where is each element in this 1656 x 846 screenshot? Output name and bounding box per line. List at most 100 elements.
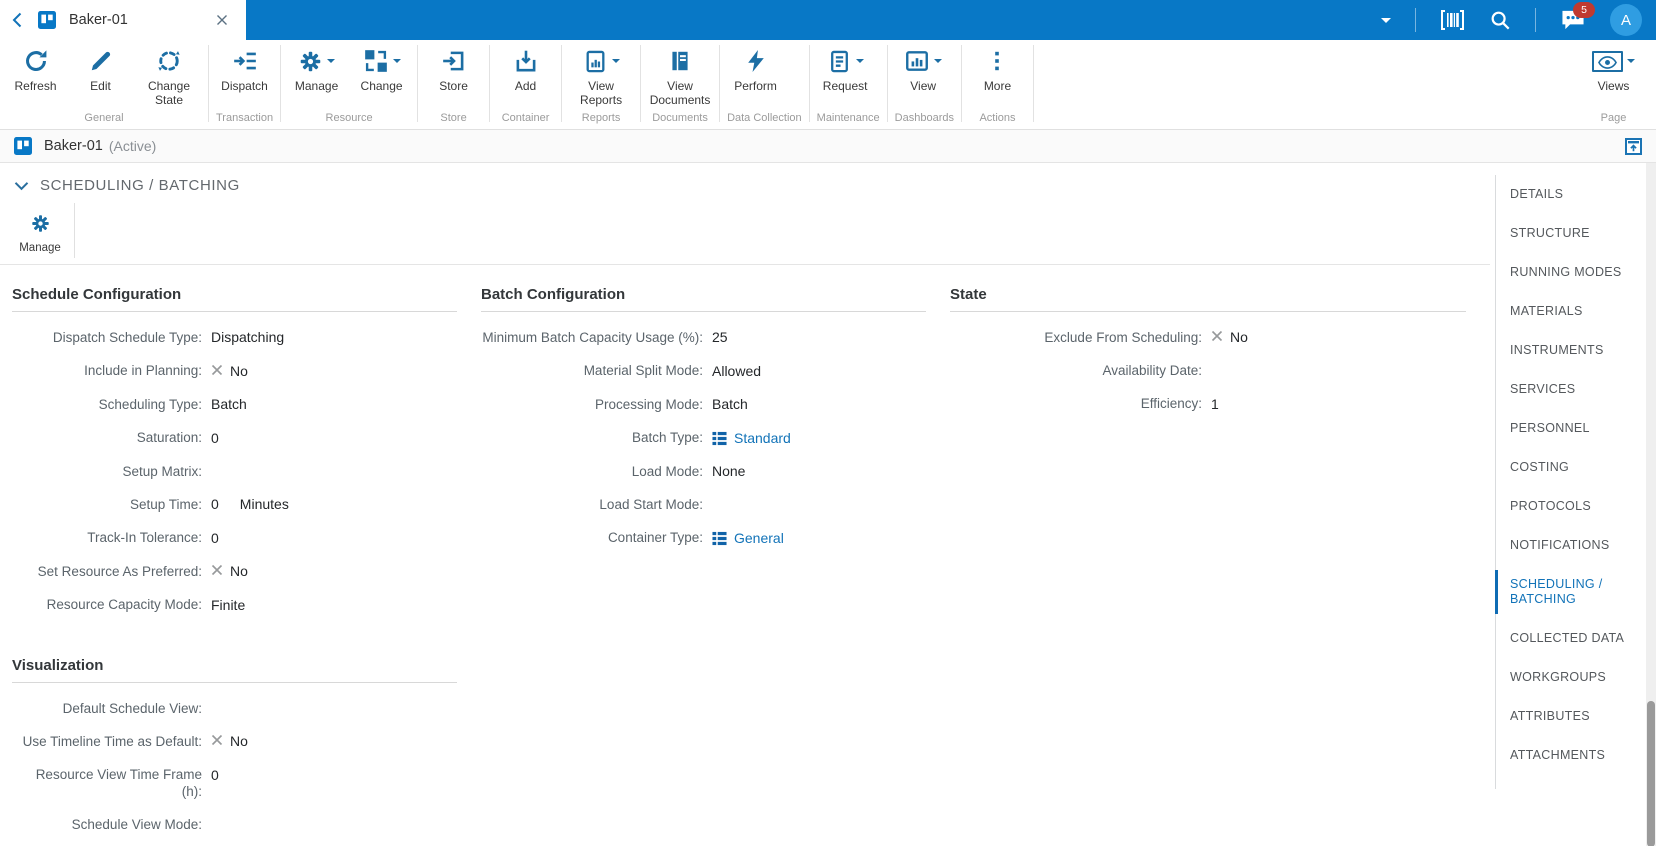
field-row: Setup Matrix: bbox=[12, 455, 469, 488]
field-row: Container Type: General bbox=[481, 521, 938, 555]
field-label: Scheduling Type: bbox=[98, 396, 202, 412]
sidebar-item-label: NOTIFICATIONS bbox=[1510, 538, 1610, 552]
sidebar-item-details[interactable]: DETAILS bbox=[1496, 175, 1646, 214]
ribbon-separator bbox=[561, 45, 563, 122]
ribbon-group-label: Page bbox=[1600, 112, 1627, 124]
ribbon-group-label: General bbox=[84, 112, 124, 124]
manage-button[interactable]: Manage bbox=[284, 40, 349, 110]
view-documents-button[interactable]: View Documents bbox=[644, 40, 716, 110]
field-label: Dispatch Schedule Type: bbox=[52, 329, 202, 345]
sidebar-item-costing[interactable]: COSTING bbox=[1496, 448, 1646, 487]
x-icon bbox=[211, 734, 223, 746]
value-text: Finite bbox=[211, 596, 246, 613]
value-text: 0 bbox=[211, 496, 219, 512]
sidebar-item-structure[interactable]: STRUCTURE bbox=[1496, 214, 1646, 253]
sidebar-item-collected-data[interactable]: COLLECTED DATA bbox=[1496, 619, 1646, 658]
record-status: (Active) bbox=[108, 138, 157, 154]
sidebar-item-notifications[interactable]: NOTIFICATIONS bbox=[1496, 526, 1646, 565]
messages-icon[interactable]: 5 bbox=[1560, 1, 1595, 32]
button-label: Manage bbox=[294, 79, 339, 93]
value-text: Batch bbox=[712, 396, 748, 412]
ribbon-group-label: Resource bbox=[325, 112, 373, 124]
perform-button[interactable]: Perform bbox=[723, 40, 788, 110]
sidebar-item-running-modes[interactable]: RUNNING MODES bbox=[1496, 253, 1646, 292]
back-chevron-icon[interactable] bbox=[12, 12, 22, 28]
sidebar-item-label: ATTRIBUTES bbox=[1510, 709, 1590, 723]
record-title-bar: Baker-01 (Active) bbox=[0, 130, 1656, 163]
value-link[interactable]: General bbox=[734, 530, 784, 547]
vertical-scrollbar[interactable] bbox=[1646, 163, 1656, 846]
change-state-button[interactable]: Change State bbox=[133, 40, 205, 110]
view-dashboards-button[interactable]: View bbox=[891, 40, 956, 110]
request-button[interactable]: Request bbox=[813, 40, 878, 110]
field-label: Set Resource As Preferred: bbox=[37, 563, 202, 579]
tab-baker-01[interactable]: Baker-01 bbox=[0, 0, 246, 40]
value-text: None bbox=[712, 463, 746, 479]
button-label: Change State bbox=[147, 79, 191, 107]
sidebar-item-materials[interactable]: MATERIALS bbox=[1496, 292, 1646, 331]
sidebar-item-attributes[interactable]: ATTRIBUTES bbox=[1496, 697, 1646, 736]
views-button[interactable]: Views bbox=[1581, 40, 1646, 110]
panel-title: Schedule Configuration bbox=[12, 277, 457, 312]
view-reports-button[interactable]: View Reports bbox=[565, 40, 637, 110]
sidebar-item-attachments[interactable]: ATTACHMENTS bbox=[1496, 736, 1646, 775]
sidebar-item-services[interactable]: SERVICES bbox=[1496, 370, 1646, 409]
sidebar-item-instruments[interactable]: INSTRUMENTS bbox=[1496, 331, 1646, 370]
x-icon bbox=[211, 564, 223, 576]
sidebar-item-label: PERSONNEL bbox=[1510, 421, 1590, 435]
refresh-button[interactable]: Refresh bbox=[3, 40, 68, 110]
ribbon-group-transaction: Dispatch Transaction bbox=[212, 40, 277, 129]
more-button[interactable]: More bbox=[965, 40, 1030, 110]
sidebar-item-workgroups[interactable]: WORKGROUPS bbox=[1496, 658, 1646, 697]
edit-button[interactable]: Edit bbox=[68, 40, 133, 110]
field-label: Availability Date: bbox=[1102, 363, 1202, 378]
field-row: Resource Capacity Mode: Finite bbox=[12, 588, 469, 622]
sidebar-item-scheduling-batching[interactable]: SCHEDULING / BATCHING bbox=[1495, 565, 1646, 619]
change-resource-button[interactable]: Change bbox=[349, 40, 414, 110]
chevron-down-icon bbox=[855, 59, 864, 67]
close-tab-icon[interactable] bbox=[216, 14, 228, 26]
record-name: Baker-01 bbox=[44, 138, 103, 154]
value-text: No bbox=[230, 563, 248, 579]
manage-section-button[interactable]: Manage bbox=[12, 201, 68, 260]
field-value: Standard bbox=[712, 429, 791, 447]
ribbon-separator bbox=[808, 45, 810, 122]
field-label: Efficiency: bbox=[1140, 396, 1202, 411]
ribbon-separator bbox=[640, 45, 642, 122]
scrollbar-thumb[interactable] bbox=[1647, 701, 1655, 846]
chevron-down-icon bbox=[327, 59, 336, 67]
field-value: 0 Minutes bbox=[211, 496, 289, 514]
sidebar-item-protocols[interactable]: PROTOCOLS bbox=[1496, 487, 1646, 526]
toolbar-separator bbox=[74, 203, 75, 258]
button-label: Request bbox=[822, 79, 868, 93]
field-value: 0 bbox=[211, 529, 219, 547]
topbar-divider bbox=[1535, 8, 1536, 32]
ribbon-separator bbox=[280, 45, 282, 122]
collapse-panel-icon[interactable] bbox=[1625, 137, 1642, 155]
value-text: 0 bbox=[211, 766, 219, 783]
ribbon-group-resource: Manage Change Resource bbox=[284, 40, 414, 129]
sidebar-item-label: COSTING bbox=[1510, 460, 1570, 474]
avatar[interactable]: A bbox=[1610, 4, 1642, 36]
ribbon-group-label: Reports bbox=[581, 112, 621, 124]
sidebar-item-label: MATERIALS bbox=[1510, 304, 1583, 318]
chevron-down-icon[interactable] bbox=[1381, 17, 1391, 28]
record-section-nav: DETAILS STRUCTURE RUNNING MODES MATERIALS IN… bbox=[1495, 175, 1646, 789]
refresh-icon bbox=[23, 45, 49, 77]
top-bar: Baker-01 5 A bbox=[0, 0, 1656, 40]
edit-pencil-icon bbox=[88, 45, 114, 77]
dispatch-button[interactable]: Dispatch bbox=[212, 40, 277, 110]
section-header-scheduling-batching[interactable]: SCHEDULING / BATCHING bbox=[0, 163, 1490, 196]
search-icon[interactable] bbox=[1489, 9, 1511, 31]
store-button[interactable]: Store bbox=[421, 40, 486, 110]
ribbon-separator bbox=[208, 45, 209, 122]
sidebar-item-personnel[interactable]: PERSONNEL bbox=[1496, 409, 1646, 448]
field-row: Availability Date: bbox=[950, 354, 1478, 387]
add-container-button[interactable]: Add bbox=[493, 40, 558, 110]
manage-gear-icon bbox=[298, 45, 336, 77]
value-text: 25 bbox=[712, 329, 728, 345]
value-text: No bbox=[1230, 329, 1248, 345]
barcode-scan-icon[interactable] bbox=[1440, 9, 1465, 31]
value-link[interactable]: Standard bbox=[734, 430, 791, 447]
field-value: No bbox=[1211, 329, 1248, 347]
